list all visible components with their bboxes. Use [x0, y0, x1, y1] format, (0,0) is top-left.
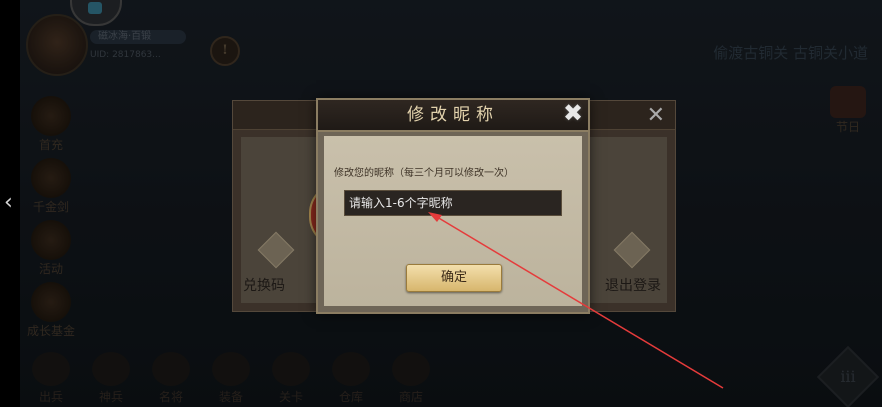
annotation-arrow-line	[431, 213, 724, 389]
annotation-arrow-head	[428, 212, 442, 222]
annotation-arrow	[428, 212, 724, 389]
